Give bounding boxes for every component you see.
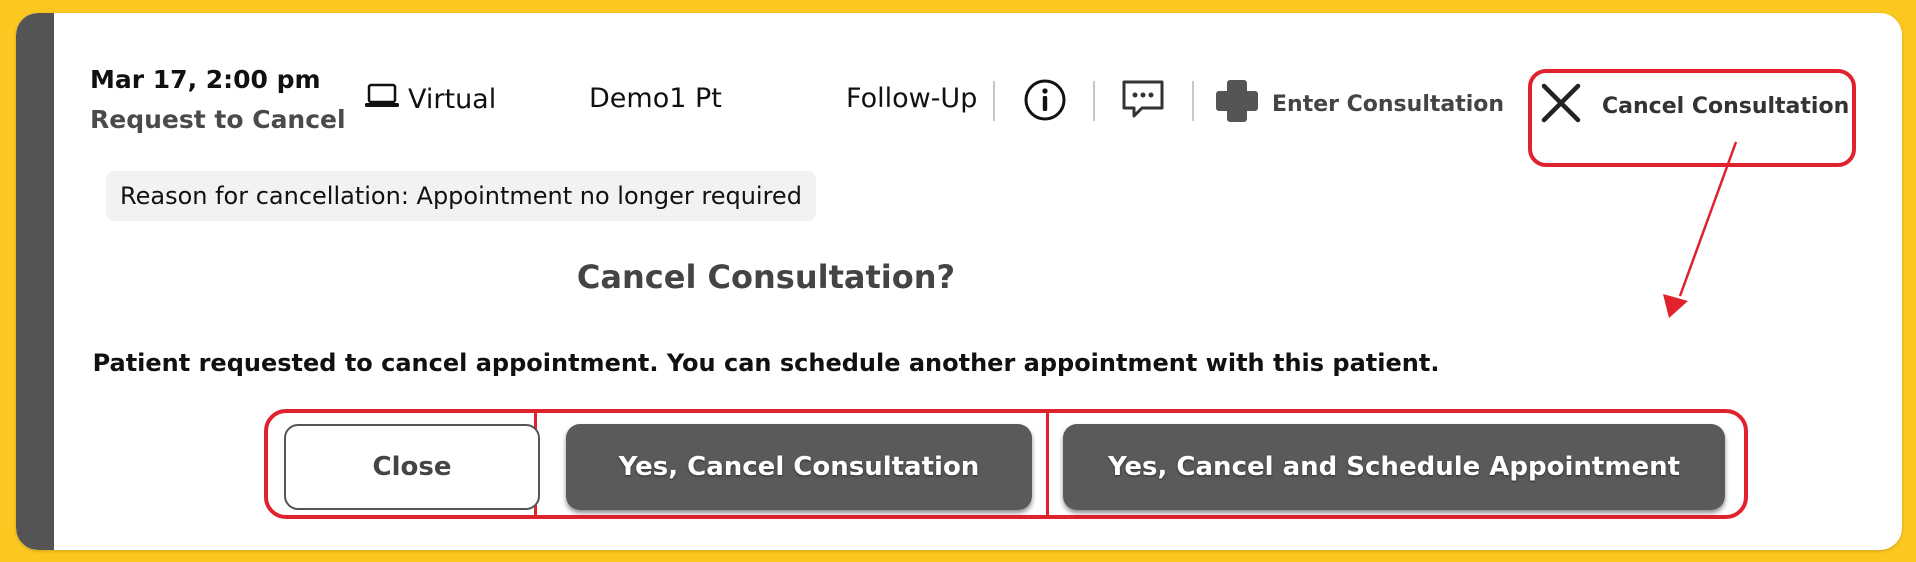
button-divider [1046, 411, 1049, 517]
yes-cancel-schedule-button[interactable]: Yes, Cancel and Schedule Appointment [1063, 424, 1725, 510]
visit-type: Follow-Up [846, 83, 978, 114]
divider [993, 81, 995, 121]
patient-name: Demo1 Pt [589, 83, 722, 114]
close-x-icon [1538, 80, 1584, 132]
info-button[interactable] [1020, 77, 1070, 127]
dialog-message: Patient requested to cancel appointment.… [92, 349, 1440, 377]
cancel-consultation-label: Cancel Consultation [1602, 93, 1850, 119]
message-icon [1120, 78, 1166, 126]
info-icon [1023, 78, 1067, 126]
appointment-status: Request to Cancel [90, 105, 346, 134]
yes-cancel-consultation-button[interactable]: Yes, Cancel Consultation [566, 424, 1032, 510]
divider [1093, 81, 1095, 121]
message-button[interactable] [1118, 77, 1168, 127]
laptop-icon [364, 83, 400, 116]
dialog-title: Cancel Consultation? [576, 258, 956, 296]
close-button[interactable]: Close [284, 424, 540, 510]
enter-consultation-button[interactable]: Enter Consultation [1216, 80, 1504, 128]
appointment-date-time: Mar 17, 2:00 pm [90, 65, 321, 94]
enter-consultation-label: Enter Consultation [1272, 91, 1505, 117]
appointment-card: Mar 17, 2:00 pm Request to Cancel Virtua… [16, 13, 1902, 550]
appointment-mode-label: Virtual [408, 84, 497, 115]
cancellation-reason: Reason for cancellation: Appointment no … [106, 171, 816, 221]
cancel-consultation-button[interactable]: Cancel Consultation [1538, 80, 1849, 132]
appointment-mode: Virtual [364, 83, 496, 116]
plus-cross-icon [1216, 80, 1258, 128]
divider [1192, 81, 1194, 121]
